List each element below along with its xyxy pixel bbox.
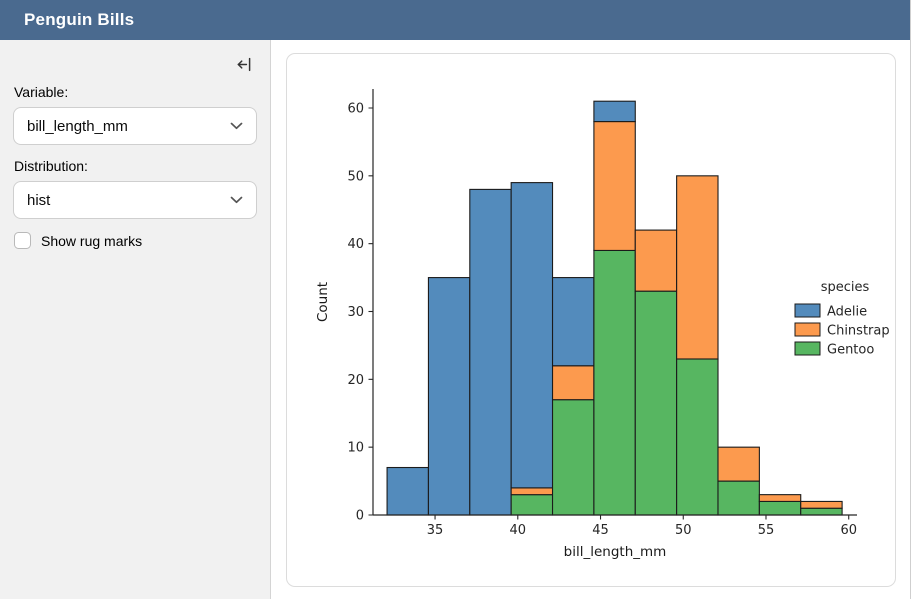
svg-text:60: 60 bbox=[840, 523, 857, 538]
chart-card: 35 40 45 50 55 60 0 10 20 30 40 50 60 bill_length_mm C… bbox=[286, 53, 896, 587]
svg-text:bill_length_mm: bill_length_mm bbox=[564, 544, 667, 560]
arrow-bar-left-icon bbox=[236, 56, 253, 78]
svg-text:40: 40 bbox=[510, 523, 527, 538]
svg-text:Gentoo: Gentoo bbox=[827, 343, 874, 358]
svg-text:Chinstrap: Chinstrap bbox=[827, 324, 890, 339]
rug-checkbox-label: Show rug marks bbox=[41, 233, 142, 249]
distribution-label: Distribution: bbox=[14, 158, 256, 174]
chevron-down-icon bbox=[230, 117, 243, 135]
main-content: 35 40 45 50 55 60 0 10 20 30 40 50 60 bill_length_mm C… bbox=[271, 40, 910, 599]
variable-label: Variable: bbox=[14, 84, 256, 100]
svg-text:species: species bbox=[821, 280, 870, 295]
app-header: Penguin Bills bbox=[0, 0, 910, 40]
distribution-select[interactable]: hist bbox=[13, 181, 257, 219]
body-row: Variable: bill_length_mm Distribution: h… bbox=[0, 40, 910, 599]
histogram-plot: 35 40 45 50 55 60 0 10 20 30 40 50 60 bill_length_mm C… bbox=[287, 54, 895, 586]
sidebar-collapse-button[interactable] bbox=[233, 56, 255, 78]
rug-checkbox-row: Show rug marks bbox=[13, 232, 257, 249]
chevron-down-icon bbox=[230, 191, 243, 209]
svg-text:60: 60 bbox=[347, 101, 364, 116]
sidebar: Variable: bill_length_mm Distribution: h… bbox=[0, 40, 271, 599]
svg-text:35: 35 bbox=[427, 523, 444, 538]
svg-text:20: 20 bbox=[347, 373, 364, 388]
svg-text:40: 40 bbox=[347, 237, 364, 252]
svg-text:55: 55 bbox=[758, 523, 775, 538]
svg-text:45: 45 bbox=[592, 523, 609, 538]
svg-text:0: 0 bbox=[356, 509, 364, 524]
svg-text:30: 30 bbox=[347, 305, 364, 320]
svg-text:Count: Count bbox=[315, 282, 331, 322]
sidebar-collapse-row bbox=[13, 56, 255, 78]
page-title: Penguin Bills bbox=[24, 10, 134, 30]
variable-select-value: bill_length_mm bbox=[27, 118, 128, 135]
svg-text:Adelie: Adelie bbox=[827, 305, 867, 320]
distribution-select-value: hist bbox=[27, 192, 50, 209]
variable-select[interactable]: bill_length_mm bbox=[13, 107, 257, 145]
svg-text:50: 50 bbox=[347, 169, 364, 184]
app-window: Penguin Bills Variable: bill_length_mm bbox=[0, 0, 911, 599]
svg-text:50: 50 bbox=[675, 523, 692, 538]
svg-text:10: 10 bbox=[347, 441, 364, 456]
rug-checkbox[interactable] bbox=[14, 232, 31, 249]
